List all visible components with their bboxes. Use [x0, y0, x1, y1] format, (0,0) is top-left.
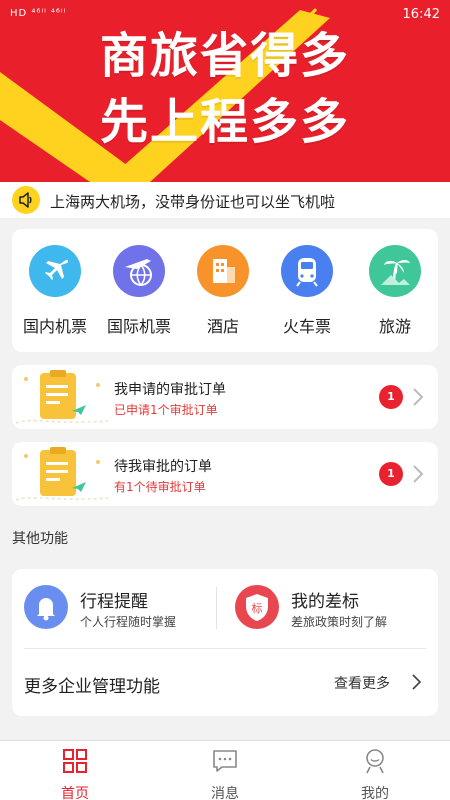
globe-plane-icon [113, 245, 165, 297]
horizontal-divider [24, 648, 426, 649]
view-more-link[interactable]: 查看更多 [334, 673, 390, 693]
service-travel[interactable]: 旅游 [355, 245, 435, 337]
approval-title: 我申请的审批订单 [114, 382, 226, 398]
other-functions-card: 行程提醒 个人行程随时掌握 标 我的差标 差旅政策时刻了解 更多企业管理功能 查… [12, 569, 438, 716]
speaker-icon [12, 186, 40, 214]
notice-text: 上海两大机场，没带身份证也可以坐飞机啦 [50, 193, 336, 211]
pending-approval-orders-card[interactable]: 待我审批的订单 有1个待审批订单 1 [12, 442, 438, 506]
chevron-right-icon [413, 388, 424, 406]
service-label: 酒店 [206, 317, 239, 336]
status-right: 16:42 [403, 7, 440, 22]
clipboard-plane-icon [15, 447, 109, 501]
service-train[interactable]: 火车票 [267, 245, 347, 337]
banner-title-line2: 先上程多多 [99, 94, 350, 150]
palm-tree-icon [369, 245, 421, 297]
more-management-label: 更多企业管理功能 [24, 677, 160, 697]
notice-bar[interactable]: 上海两大机场，没带身份证也可以坐飞机啦 [0, 182, 450, 218]
trip-reminder-item[interactable]: 行程提醒 个人行程随时掌握 [24, 585, 214, 635]
approval-subtitle: 已申请1个审批订单 [114, 403, 218, 417]
clipboard-plane-icon [15, 370, 109, 424]
function-subtitle: 差旅政策时刻了解 [291, 615, 388, 629]
approval-subtitle: 有1个待审批订单 [114, 480, 206, 494]
service-label: 国内机票 [22, 317, 87, 336]
shield-badge-icon: 标 [235, 585, 279, 629]
service-label: 火车票 [282, 317, 331, 336]
service-label: 国际机票 [106, 317, 171, 336]
banner-title-line1: 商旅省得多 [99, 28, 350, 84]
services-card: 国内机票 国际机票 酒店 火车票 旅游 [12, 229, 438, 352]
function-title: 我的差标 [291, 592, 359, 612]
train-icon [281, 245, 333, 297]
chevron-right-icon [413, 465, 424, 483]
bell-icon [24, 585, 68, 629]
chevron-right-icon[interactable] [410, 672, 424, 692]
service-label: 旅游 [378, 317, 411, 336]
tab-label: 我的 [361, 786, 389, 800]
tab-profile[interactable]: 我的 [335, 747, 415, 800]
tab-messages[interactable]: 消息 [185, 747, 265, 800]
tab-home[interactable]: 首页 [35, 747, 115, 800]
plane-icon [29, 245, 81, 297]
service-international-flight[interactable]: 国际机票 [99, 245, 179, 337]
service-hotel[interactable]: 酒店 [183, 245, 263, 337]
status-time: 16:42 [402, 7, 440, 22]
vertical-divider [216, 587, 217, 629]
travel-policy-item[interactable]: 标 我的差标 差旅政策时刻了解 [235, 585, 425, 635]
approval-title: 待我审批的订单 [114, 459, 212, 475]
count-badge: 1 [379, 385, 403, 409]
message-icon [213, 750, 237, 772]
section-title-other: 其他功能 [12, 531, 68, 547]
status-signal: HD ⁴⁶ˡˡ ⁴⁶ˡˡ [10, 8, 67, 19]
bottom-tab-bar: 首页 消息 我的 [0, 740, 450, 800]
tab-label: 首页 [61, 786, 89, 800]
count-badge: 1 [379, 462, 403, 486]
service-domestic-flight[interactable]: 国内机票 [15, 245, 95, 337]
status-bar: HD ⁴⁶ˡˡ ⁴⁶ˡˡ 16:42 [0, 0, 450, 30]
home-grid-icon [63, 749, 87, 773]
hotel-icon [197, 245, 249, 297]
function-title: 行程提醒 [80, 592, 148, 612]
my-approval-orders-card[interactable]: 我申请的审批订单 已申请1个审批订单 1 [12, 365, 438, 429]
profile-icon [366, 749, 384, 774]
svg-text:标: 标 [252, 601, 263, 615]
function-subtitle: 个人行程随时掌握 [80, 615, 177, 629]
tab-label: 消息 [211, 786, 239, 800]
